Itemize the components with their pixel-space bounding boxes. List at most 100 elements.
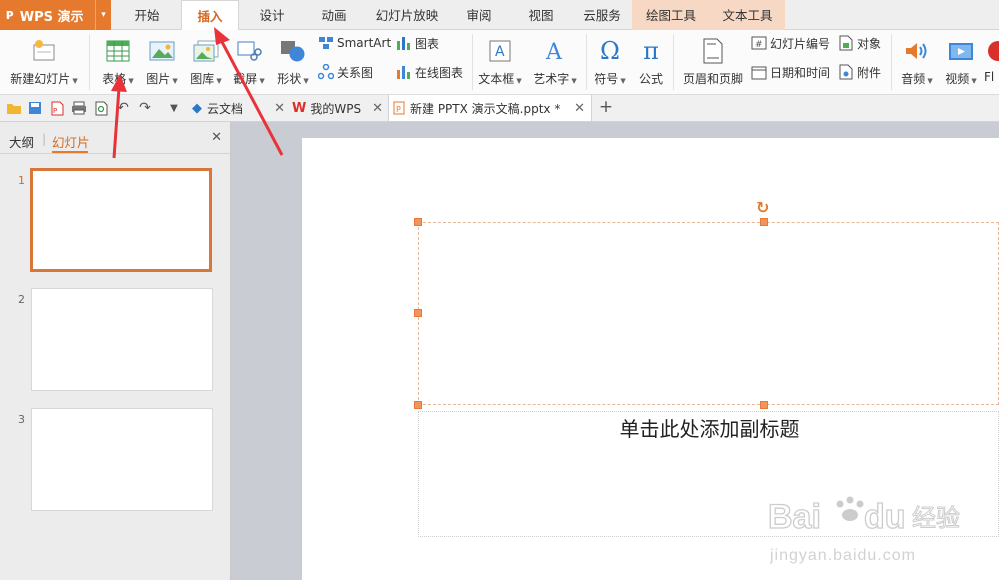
wordart-label: 艺术字 [533,72,570,86]
smartart-icon [318,35,334,51]
tab-home[interactable]: 开始 [122,0,172,30]
pptx-file-icon: P [393,101,405,115]
shape-button[interactable]: 形状 ▼ [273,34,313,87]
flash-icon [984,38,999,64]
wps-logo-icon: ᴘ [6,7,14,23]
tab-drawing-tools[interactable]: 绘图工具 [632,0,710,30]
audio-button[interactable]: 音频 ▼ [897,34,937,87]
doc-tab-label: 我的WPS [310,101,362,116]
chevron-down-icon: ▼ [72,77,78,85]
open-folder-icon[interactable] [6,100,22,116]
picture-button[interactable]: 图片 ▼ [142,34,182,87]
smartart-label: SmartArt [337,36,392,50]
formula-button[interactable]: π 公式 [633,34,669,87]
slide-thumbnail-3[interactable] [31,408,213,511]
object-button[interactable]: 对象 [838,33,881,53]
wps-w-icon: W [292,100,307,116]
close-icon[interactable]: ✕ [372,101,383,116]
subtitle-placeholder[interactable]: 单击此处添加副标题 [418,411,999,537]
date-time-button[interactable]: 日期和时间 [751,62,830,82]
tab-animation[interactable]: 动画 [310,0,358,30]
tab-view[interactable]: 视图 [517,0,565,30]
online-chart-icon [396,64,412,80]
new-slide-button[interactable]: 新建幻灯片 ▼ [6,34,82,87]
app-menu-button[interactable]: ᴘ WPS 演示 ▾ [0,0,111,30]
online-chart-label: 在线图表 [415,65,464,80]
header-footer-button[interactable]: 页眉和页脚 [680,34,746,87]
svg-text:A: A [495,44,505,60]
flash-button[interactable]: Fl [984,34,999,84]
tab-outline[interactable]: 大纲 [9,132,34,151]
attachment-button[interactable]: 附件 [838,62,881,82]
table-button[interactable]: 表格 ▼ [96,34,140,87]
symbol-button[interactable]: Ω 符号 ▼ [590,34,630,87]
app-name: WPS 演示 [19,9,84,25]
slide-thumbnail-1[interactable] [30,168,212,272]
textbox-button[interactable]: A 文本框 ▼ [476,34,524,87]
chevron-down-icon: ▼ [571,77,577,85]
close-icon[interactable]: ✕ [574,101,585,116]
print-preview-icon[interactable] [93,100,109,116]
screenshot-button[interactable]: 截屏 ▼ [229,34,269,87]
smartart-button[interactable]: SmartArt [318,33,391,53]
svg-text:#: # [755,40,763,50]
customize-dropdown-icon[interactable]: ▼ [166,100,182,116]
divider [586,34,587,90]
redo-icon[interactable]: ↷ [137,100,153,116]
wordart-button[interactable]: A 艺术字 ▼ [529,34,581,87]
table-icon [104,38,132,64]
tab-slideshow[interactable]: 幻灯片放映 [372,0,442,30]
tab-divider: | [42,131,47,146]
divider [472,34,473,90]
wordart-icon: A [541,38,569,64]
header-footer-label: 页眉和页脚 [682,72,743,86]
save-icon[interactable] [27,100,43,116]
formula-label: 公式 [638,72,663,86]
cloud-cube-icon: ◆ [192,100,202,116]
undo-icon[interactable]: ↶ [115,100,131,116]
video-button[interactable]: 视频 ▼ [941,34,981,87]
tab-slides[interactable]: 幻灯片 [52,132,90,151]
resize-handle[interactable] [760,218,768,226]
slide-number-button[interactable]: # 幻灯片编号 [751,33,830,53]
resize-handle[interactable] [414,401,422,409]
close-icon[interactable]: ✕ [211,130,222,145]
rotate-handle-icon[interactable]: ↻ [756,198,769,217]
chart-button[interactable]: 图表 [396,33,439,53]
close-icon[interactable]: ✕ [274,101,285,116]
export-pdf-icon[interactable]: P [49,100,65,116]
slide-number-icon: # [751,35,767,51]
chevron-down-icon: ▼ [516,77,522,85]
doc-tab-mywps[interactable]: W 我的WPS ✕ [290,95,388,121]
new-tab-plus-icon[interactable]: + [598,97,614,117]
slide-panel: 大纲 | 幻灯片 ✕ 1 2 3 [0,122,231,580]
divider [673,34,674,90]
slide-canvas[interactable]: 单击此处添加副标题 ↻ [302,138,999,580]
object-label: 对象 [857,36,882,51]
relation-chart-button[interactable]: 关系图 [318,62,373,82]
resize-handle[interactable] [760,401,768,409]
doc-tab-cloud[interactable]: ◆ 云文档 ✕ [188,95,290,121]
resize-handle[interactable] [414,218,422,226]
chevron-down-icon[interactable]: ▾ [95,0,111,30]
speaker-icon [903,38,931,64]
gallery-button[interactable]: 图库 ▼ [186,34,226,87]
print-icon[interactable] [71,100,87,116]
tab-text-tools[interactable]: 文本工具 [710,0,785,30]
online-chart-button[interactable]: 在线图表 [396,62,463,82]
tab-insert[interactable]: 插入 [181,0,239,31]
tab-cloud-service[interactable]: 云服务 [574,0,630,30]
textbox-icon: A [486,38,514,64]
video-icon [947,38,975,64]
calendar-icon [751,64,767,80]
omega-icon: Ω [600,37,620,65]
resize-handle[interactable] [414,309,422,317]
tab-design[interactable]: 设计 [248,0,296,30]
quick-access-bar: P ↶ ↷ ▼ ◆ 云文档 ✕ W 我的WPS ✕ P 新建 PPTX 演示文稿… [0,95,999,122]
symbol-label: 符号 [594,72,619,86]
slide-thumbnail-2[interactable] [31,288,213,391]
title-placeholder[interactable] [418,222,999,405]
doc-tab-current[interactable]: P 新建 PPTX 演示文稿.pptx * ✕ [388,95,592,121]
attachment-icon [838,64,854,80]
tab-review[interactable]: 审阅 [455,0,503,30]
